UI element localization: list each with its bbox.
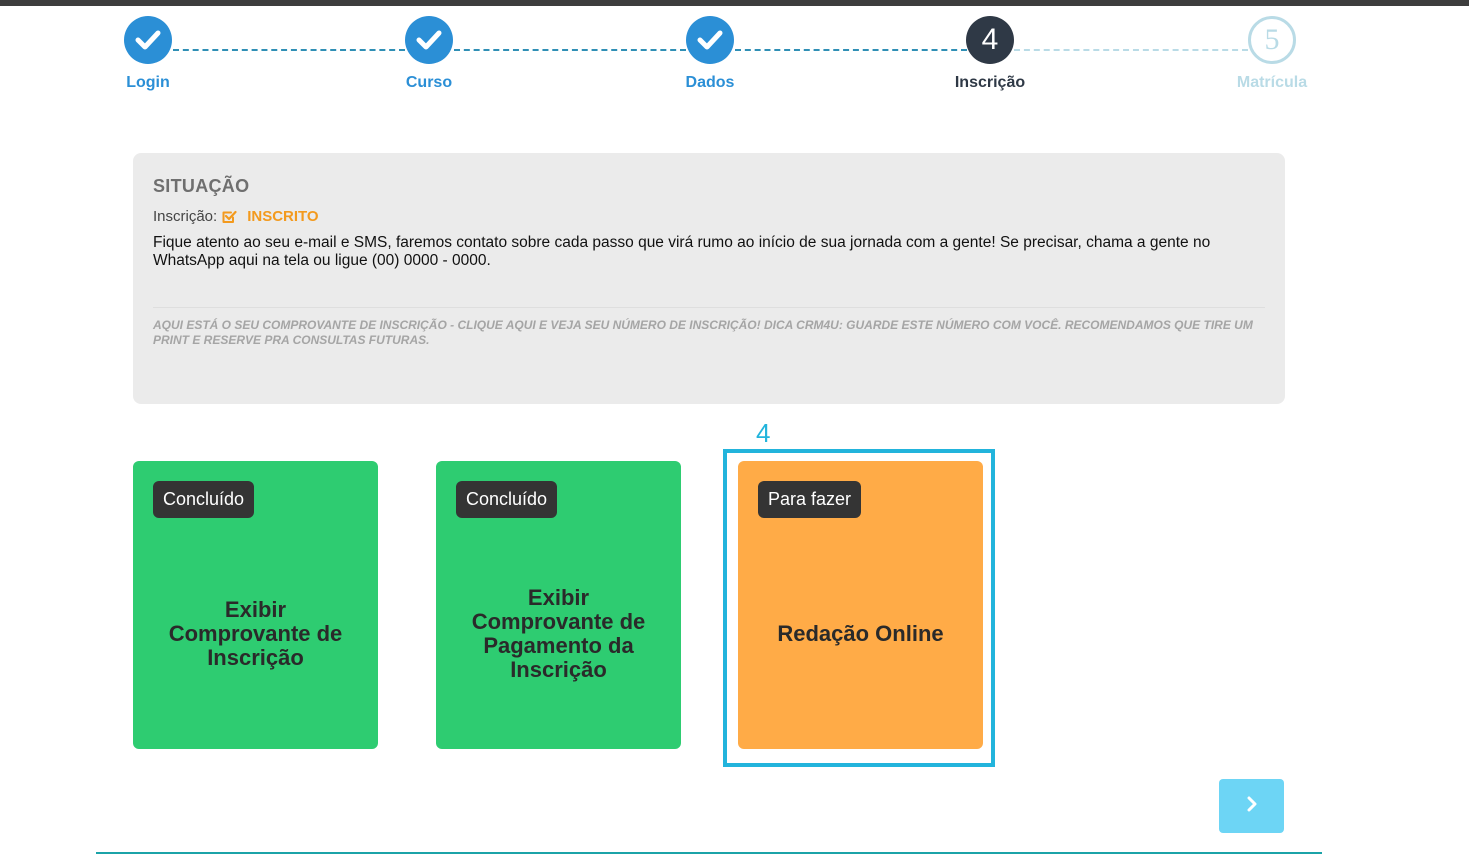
divider xyxy=(153,307,1265,308)
next-button[interactable] xyxy=(1219,779,1284,833)
status-badge: Concluído xyxy=(153,481,255,518)
step-inscricao[interactable]: 4 Inscrição xyxy=(930,16,1050,92)
checkbox-checked-icon xyxy=(221,209,237,225)
card-title: Redação Online xyxy=(777,621,944,646)
status-row: Inscrição: INSCRITO xyxy=(153,208,1265,225)
footer-divider xyxy=(96,852,1322,854)
status-badge: Para fazer xyxy=(758,481,862,518)
card-redacao-online[interactable]: Para fazer Redação Online xyxy=(738,461,983,749)
step-curso[interactable]: Curso xyxy=(369,16,489,92)
receipt-link[interactable]: Aqui está o seu comprovante de inscrição… xyxy=(153,318,1253,348)
step-matricula: 5 Matrícula xyxy=(1212,16,1332,92)
checkmark-icon xyxy=(405,16,453,64)
step-login[interactable]: Login xyxy=(88,16,208,92)
card-title: Exibir Comprovante de Inscrição xyxy=(168,597,343,670)
checkmark-icon xyxy=(124,16,172,64)
step-label: Matrícula xyxy=(1236,74,1308,91)
panel-title: SITUAÇÃO xyxy=(153,176,250,196)
status-panel: SITUAÇÃO Inscrição: INSCRITO Fique atent… xyxy=(133,153,1285,404)
status-badge: INSCRITO xyxy=(247,208,319,225)
progress-stepper: Login Curso Dados 4 Inscrição 5 Matrícul… xyxy=(0,0,1469,110)
step-label: Dados xyxy=(685,74,735,91)
step-label: Login xyxy=(126,74,170,91)
highlight-number: 4 xyxy=(756,418,771,448)
step-label: Inscrição xyxy=(954,74,1026,91)
status-label: Inscrição: xyxy=(153,208,218,225)
card-title: Exibir Comprovante de Pagamento da Inscr… xyxy=(471,585,646,682)
step-dados[interactable]: Dados xyxy=(650,16,770,92)
step-label: Curso xyxy=(405,74,453,91)
chevron-right-icon xyxy=(1245,796,1259,817)
step-number: 4 xyxy=(966,16,1014,64)
card-comprovante-inscricao[interactable]: Concluído Exibir Comprovante de Inscriçã… xyxy=(133,461,378,749)
checkmark-icon xyxy=(686,16,734,64)
step-number: 5 xyxy=(1248,16,1296,64)
panel-message: Fique atento ao seu e-mail e SMS, faremo… xyxy=(153,234,1211,269)
card-comprovante-pagamento[interactable]: Concluído Exibir Comprovante de Pagament… xyxy=(436,461,681,749)
status-badge: Concluído xyxy=(456,481,558,518)
